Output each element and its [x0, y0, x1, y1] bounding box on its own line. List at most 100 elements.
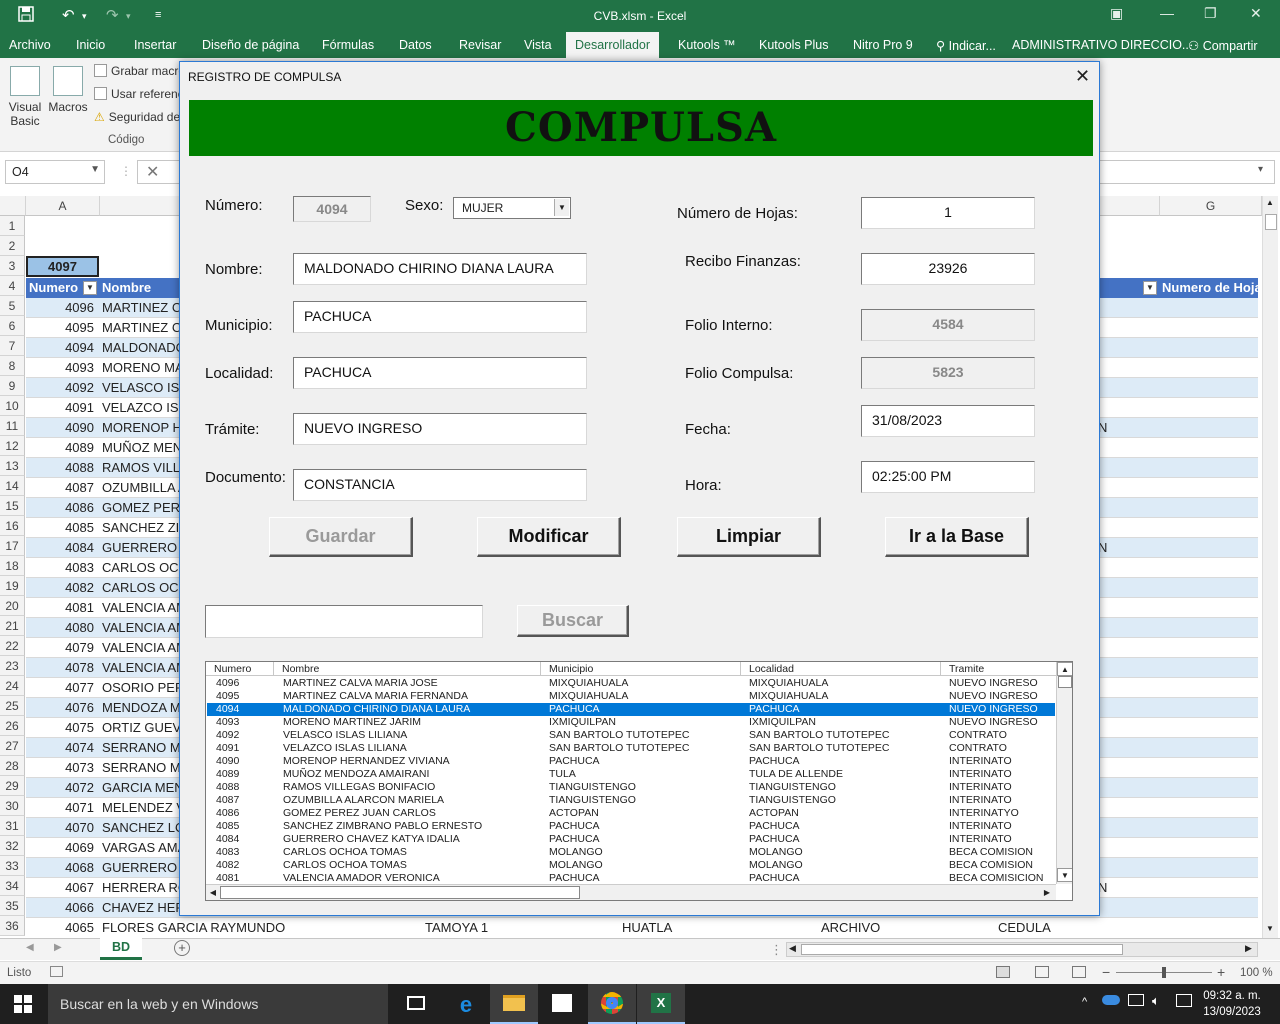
taskbar-search[interactable]: Buscar en la web y en Windows	[48, 984, 388, 1024]
tab-kutools-plus[interactable]: Kutools Plus	[759, 38, 828, 52]
tab-formulas[interactable]: Fórmulas	[322, 38, 374, 52]
tell-me-box[interactable]: ⚲ Indicar...	[936, 38, 996, 53]
row-header[interactable]: 32	[0, 836, 25, 856]
row-header[interactable]: 28	[0, 756, 25, 776]
limpiar-button[interactable]: Limpiar	[677, 517, 821, 557]
row-header[interactable]: 35	[0, 896, 25, 916]
row-header[interactable]: 34	[0, 876, 25, 896]
ribbon-display-icon[interactable]: ▣	[1110, 5, 1123, 22]
row-header[interactable]: 9	[0, 376, 25, 396]
column-header-g[interactable]: G	[1160, 196, 1262, 216]
row-header[interactable]: 31	[0, 816, 25, 836]
scroll-up-icon[interactable]: ▲	[1057, 662, 1072, 676]
page-break-icon[interactable]	[1072, 966, 1086, 978]
store-icon[interactable]	[538, 984, 586, 1024]
network-icon[interactable]	[1128, 994, 1144, 1006]
tab-vista[interactable]: Vista	[524, 38, 552, 52]
table-row[interactable]: 4065 FLORES GARCIA RAYMUNDO TAMOYA 1 HUA…	[26, 918, 1258, 938]
splitter-dots-icon[interactable]: ⋮	[770, 942, 783, 958]
row-header[interactable]: 11	[0, 416, 25, 436]
page-layout-icon[interactable]	[1035, 966, 1049, 978]
account-name[interactable]: ADMINISTRATIVO DIRECCIO...	[1012, 38, 1192, 52]
guardar-button[interactable]: Guardar	[269, 517, 413, 557]
list-item[interactable]: 4095 MARTINEZ CALVA MARIA FERNANDA MIXQUIA…	[207, 690, 1055, 703]
folio-interno-field[interactable]: 4584	[861, 309, 1035, 341]
records-listbox[interactable]: Numero Nombre Municipio Localidad Tramit…	[205, 661, 1073, 901]
onedrive-icon[interactable]	[1102, 995, 1120, 1005]
list-item[interactable]: 4084 GUERRERO CHAVEZ KATYA IDALIA PACHUCA P…	[207, 833, 1055, 846]
tray-chevron-icon[interactable]: ^	[1082, 996, 1087, 1008]
row-header[interactable]: 19	[0, 576, 25, 596]
list-item[interactable]: 4082 CARLOS OCHOA TOMAS MOLANGO MOLANGO BECA…	[207, 859, 1055, 872]
scroll-left-icon[interactable]: ◀	[789, 943, 796, 954]
row-header[interactable]: 2	[0, 236, 25, 256]
sexo-select[interactable]: MUJER ▼	[453, 197, 571, 219]
tab-datos[interactable]: Datos	[399, 38, 432, 52]
visual-basic-button[interactable]: Visual Basic	[6, 66, 44, 128]
row-header[interactable]: 12	[0, 436, 25, 456]
chevron-down-icon[interactable]: ▼	[554, 199, 569, 216]
list-item[interactable]: 4086 GOMEZ PEREZ JUAN CARLOS ACTOPAN ACTOPA…	[207, 807, 1055, 820]
task-view-icon[interactable]	[392, 984, 440, 1024]
column-header-a[interactable]: A	[26, 196, 100, 216]
listbox-horizontal-scrollbar[interactable]: ◀ ▶	[206, 884, 1056, 900]
row-header[interactable]: 14	[0, 476, 25, 496]
listbox-vertical-scrollbar[interactable]: ▲ ▼	[1056, 662, 1072, 884]
scroll-down-icon[interactable]: ▼	[1266, 924, 1274, 933]
row-header[interactable]: 23	[0, 656, 25, 676]
tramite-field[interactable]: NUEVO INGRESO	[293, 413, 587, 445]
close-icon[interactable]: ✕	[1075, 66, 1090, 87]
tab-kutools[interactable]: Kutools ™	[678, 38, 736, 52]
list-item[interactable]: 4091 VELAZCO ISLAS LILIANA SAN BARTOLO TUT…	[207, 742, 1055, 755]
row-header[interactable]: 1	[0, 216, 25, 236]
zoom-slider-thumb[interactable]	[1162, 967, 1166, 978]
row-header[interactable]: 26	[0, 716, 25, 736]
list-item[interactable]: 4096 MARTINEZ CALVA MARIA JOSE MIXQUIAHUAL…	[207, 677, 1055, 690]
cancel-icon[interactable]: ✕	[146, 162, 159, 182]
recibo-finanzas-field[interactable]: 23926	[861, 253, 1035, 285]
buscar-button[interactable]: Buscar	[517, 605, 629, 637]
tab-diseno[interactable]: Diseño de página	[202, 38, 299, 52]
row-header[interactable]: 5	[0, 296, 25, 316]
volume-icon[interactable]: 🔈︎	[1152, 993, 1160, 1009]
expand-formula-icon[interactable]: ▾	[1258, 164, 1263, 175]
cell-a3[interactable]: 4097	[26, 256, 99, 277]
row-header[interactable]: 30	[0, 796, 25, 816]
row-header[interactable]: 8	[0, 356, 25, 376]
row-header[interactable]: 36	[0, 916, 25, 936]
file-explorer-icon[interactable]	[490, 984, 538, 1024]
scroll-right-icon[interactable]: ▶	[1245, 943, 1252, 954]
list-item[interactable]: 4093 MORENO MARTINEZ JARIM IXMIQUILPAN IXMI…	[207, 716, 1055, 729]
zoom-out-icon[interactable]: −	[1102, 964, 1110, 980]
row-header[interactable]: 20	[0, 596, 25, 616]
scroll-thumb[interactable]	[1265, 214, 1277, 230]
tab-inicio[interactable]: Inicio	[76, 38, 105, 52]
prev-sheet-icon[interactable]: ◀	[26, 942, 34, 953]
windows-start-icon[interactable]	[14, 995, 32, 1013]
hora-field[interactable]: 02:25:00 PM	[861, 461, 1035, 493]
modificar-button[interactable]: Modificar	[477, 517, 621, 557]
taskbar-clock[interactable]: 09:32 a. m. 13/09/2023	[1200, 988, 1264, 1020]
numero-hojas-field[interactable]: 1	[861, 197, 1035, 229]
row-header[interactable]: 13	[0, 456, 25, 476]
chrome-icon[interactable]	[588, 984, 636, 1024]
hscroll-thumb[interactable]	[801, 944, 1123, 955]
row-header[interactable]: 24	[0, 676, 25, 696]
row-header[interactable]: 15	[0, 496, 25, 516]
row-header[interactable]: 18	[0, 556, 25, 576]
share-button[interactable]: ⚇ Compartir	[1188, 38, 1258, 53]
close-window-icon[interactable]: ✕	[1250, 5, 1262, 22]
macro-record-icon[interactable]	[50, 966, 63, 977]
next-sheet-icon[interactable]: ▶	[54, 942, 62, 953]
macro-security-button[interactable]: ⚠ Seguridad de	[94, 110, 180, 124]
tab-desarrollador[interactable]: Desarrollador	[566, 32, 660, 58]
row-header[interactable]: 6	[0, 316, 25, 336]
tab-revisar[interactable]: Revisar	[459, 38, 501, 52]
row-header[interactable]: 10	[0, 396, 25, 416]
filter-dropdown-icon[interactable]: ▼	[1143, 281, 1157, 295]
list-item[interactable]: 4088 RAMOS VILLEGAS BONIFACIO TIANGUISTENG…	[207, 781, 1055, 794]
vertical-scrollbar[interactable]: ▲ ▼	[1262, 196, 1278, 938]
name-box[interactable]: O4 ▼	[5, 160, 105, 184]
documento-field[interactable]: CONSTANCIA	[293, 469, 587, 501]
scroll-left-icon[interactable]: ◀	[206, 886, 220, 900]
